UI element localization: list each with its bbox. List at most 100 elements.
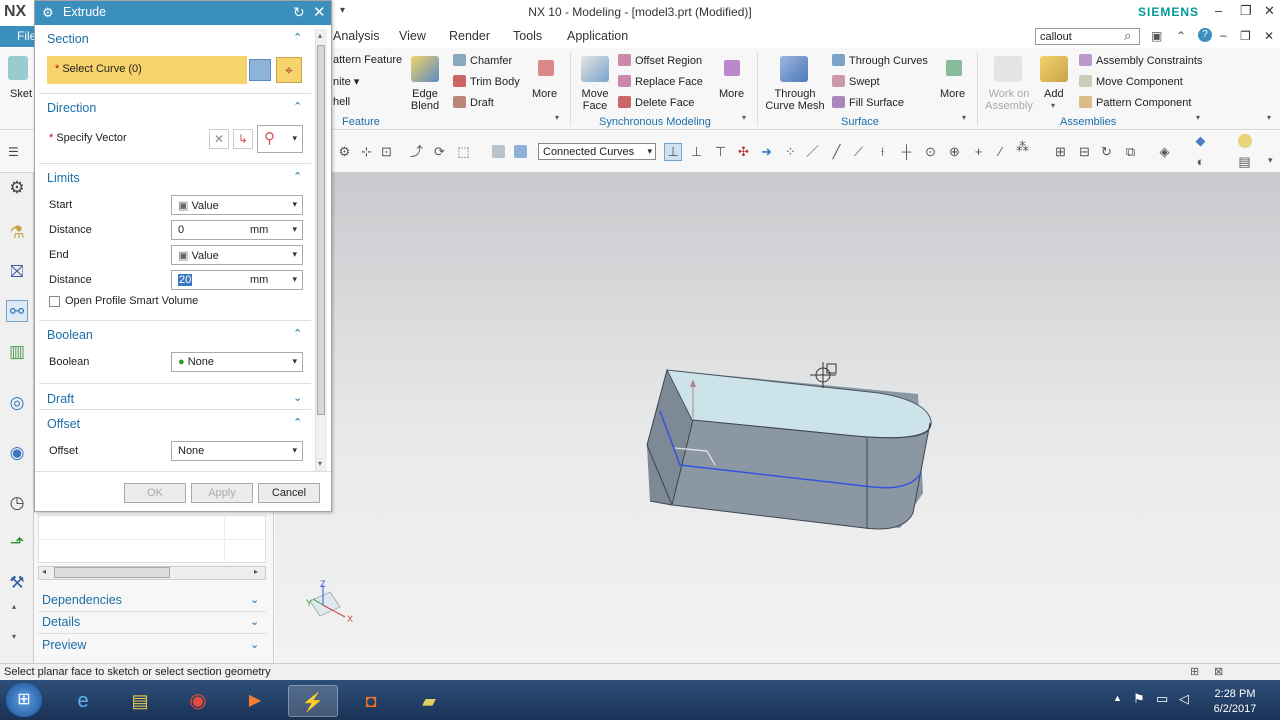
end-point-icon[interactable]: ╱ xyxy=(830,145,843,158)
constraint-navigator-icon[interactable]: ⛝ xyxy=(6,261,28,283)
hscroll-left-icon[interactable]: ◂ xyxy=(42,567,46,576)
delete-face-button[interactable]: Delete Face xyxy=(618,96,694,109)
action-center-icon[interactable]: ⚑ xyxy=(1133,691,1145,707)
draft-expand-icon[interactable]: ⌄ xyxy=(293,391,302,404)
through-curves-button[interactable]: Through Curves xyxy=(832,54,928,67)
orient-view-icon[interactable]: ⧉ xyxy=(1124,145,1137,158)
point-on-curve-icon[interactable]: ⁄ xyxy=(994,145,1007,158)
hscroll-thumb[interactable] xyxy=(54,567,170,578)
cancel-button[interactable]: Cancel xyxy=(258,483,320,503)
hscroll-right-icon[interactable]: ▸ xyxy=(254,567,258,576)
edge-blend-button[interactable]: Edge Blend xyxy=(404,88,446,112)
reverse-direction-icon[interactable]: ✕ xyxy=(209,129,229,149)
control-point-icon[interactable]: ⟊ xyxy=(876,145,889,158)
vector-type-dropdown[interactable]: ⚲ ▾ xyxy=(257,125,303,153)
existing-point-icon[interactable]: + xyxy=(972,145,985,158)
status-grid-icon[interactable]: ⊞ xyxy=(1190,665,1199,678)
dependencies-panel-header[interactable]: Dependencies xyxy=(42,593,122,607)
show-hide-icon[interactable]: ◐ xyxy=(1194,155,1207,168)
sync-more-icon[interactable] xyxy=(724,60,740,76)
process-studio-icon[interactable]: ⚒ xyxy=(6,572,28,594)
move-face-icon[interactable] xyxy=(581,56,609,82)
through-curve-mesh-button[interactable]: Through Curve Mesh xyxy=(765,88,825,112)
sketch-icon[interactable] xyxy=(8,56,28,80)
follow-fillet-icon[interactable]: ⊥ xyxy=(690,145,703,158)
direction-arrow-icon[interactable]: ➜ xyxy=(760,145,773,158)
menu-tools[interactable]: Tools xyxy=(513,29,542,43)
scroll-down-icon[interactable]: ▾ xyxy=(318,459,322,468)
boolean-collapse-icon[interactable]: ⌃ xyxy=(293,327,302,340)
nx-taskbar-icon[interactable]: ⚡ xyxy=(288,685,338,717)
feature-curves-icon[interactable]: ⊤ xyxy=(714,145,727,158)
hd3d-tools-icon[interactable]: ◎ xyxy=(6,392,28,414)
surface-more-dropdown-icon[interactable]: ▾ xyxy=(962,113,966,122)
add-component-icon[interactable] xyxy=(1040,56,1068,82)
fill-surface-button[interactable]: Fill Surface xyxy=(832,96,904,109)
dialog-gear-icon[interactable]: ⚙ xyxy=(42,5,54,21)
assemblies-dropdown-icon[interactable]: ▾ xyxy=(1196,113,1200,122)
menu-analysis[interactable]: Analysis xyxy=(333,29,380,43)
lasso-icon[interactable]: ⟳ xyxy=(433,145,446,158)
scroll-thumb[interactable] xyxy=(317,45,325,415)
section-group-header[interactable]: Section xyxy=(39,28,311,50)
feature-more-dropdown-icon[interactable]: ▾ xyxy=(555,113,559,122)
feature-more-icon[interactable] xyxy=(538,60,554,76)
media-player-icon[interactable]: ▶ xyxy=(230,685,280,717)
chamfer-button[interactable]: Chamfer xyxy=(453,54,512,67)
file-menu[interactable]: File xyxy=(0,26,36,47)
add-component-dropdown-icon[interactable]: ▾ xyxy=(1051,101,1055,110)
system-materials-icon[interactable]: ⬏ xyxy=(6,532,28,554)
scroll-up-icon[interactable]: ▴ xyxy=(318,31,322,40)
strip-scroll-up-icon[interactable]: ▴ xyxy=(12,602,16,611)
limits-collapse-icon[interactable]: ⌃ xyxy=(293,170,302,183)
recorder-icon[interactable]: ◘ xyxy=(346,685,396,717)
pattern-component-button[interactable]: Pattern Component xyxy=(1079,96,1191,109)
draft-group-header[interactable]: Draft xyxy=(39,388,311,410)
menu-render[interactable]: Render xyxy=(449,29,490,43)
start-distance-input[interactable]: 0 mm ▾ xyxy=(171,220,303,240)
unite-button[interactable]: nite ▾ xyxy=(333,75,359,88)
grid-snap-icon[interactable]: ⁘ xyxy=(784,145,797,158)
toolbar-options-icon[interactable]: ▾ xyxy=(1268,155,1273,166)
intersection-icon[interactable]: ┼ xyxy=(900,145,913,158)
open-profile-label[interactable]: Open Profile Smart Volume xyxy=(65,295,198,307)
settings-gear-icon[interactable]: ⚙ xyxy=(6,177,28,199)
doc-restore-icon[interactable]: ❐ xyxy=(1240,29,1251,43)
close-icon[interactable]: ✕ xyxy=(1264,3,1275,19)
sync-more-button[interactable]: More xyxy=(719,88,744,100)
start-limit-dropdown[interactable]: ▣ Value ▾ xyxy=(171,195,303,215)
zoom-icon[interactable]: ⊟ xyxy=(1078,145,1091,158)
graphics-window[interactable]: Z Z X Y xyxy=(275,173,1280,663)
arc-center-icon[interactable]: ⊙ xyxy=(924,145,937,158)
offset-collapse-icon[interactable]: ⌃ xyxy=(293,416,302,429)
filter-icon[interactable]: ⚙ xyxy=(338,145,351,158)
offset-region-button[interactable]: Offset Region xyxy=(618,54,702,67)
history-icon[interactable]: ◷ xyxy=(6,492,28,514)
vector-dialog-icon[interactable]: ↳ xyxy=(233,129,253,149)
rotate-icon[interactable]: ↻ xyxy=(1100,145,1113,158)
specify-vector-label[interactable]: * Specify Vector xyxy=(49,132,127,144)
start-button-icon[interactable]: ⊞ xyxy=(6,683,42,717)
volume-icon[interactable]: ◁ xyxy=(1179,691,1189,707)
preview-panel-header[interactable]: Preview xyxy=(42,638,86,652)
doc-close-icon[interactable]: ✕ xyxy=(1264,29,1274,43)
surface-more-button[interactable]: More xyxy=(940,88,965,100)
ok-button[interactable]: OK xyxy=(124,483,186,503)
edge-blend-icon[interactable] xyxy=(411,56,439,82)
draft-button[interactable]: Draft xyxy=(453,96,494,109)
stop-at-intersection-icon[interactable]: ⊥ xyxy=(664,143,682,161)
end-distance-input[interactable]: 20 mm ▾ xyxy=(171,270,303,290)
dialog-reset-icon[interactable]: ↻ xyxy=(293,4,305,21)
menu-application[interactable]: Application xyxy=(567,29,628,43)
details-panel-header[interactable]: Details xyxy=(42,615,80,629)
edit-object-icon[interactable]: ◆ xyxy=(1194,134,1207,147)
sketch-label[interactable]: Sket xyxy=(10,88,32,100)
web-browser-icon[interactable]: ◉ xyxy=(6,442,28,464)
boolean-dropdown[interactable]: ● None ▾ xyxy=(171,352,303,372)
folder-icon[interactable]: ▰ xyxy=(404,685,454,717)
sketch-section-icon[interactable] xyxy=(249,59,271,81)
network-icon[interactable]: ▭ xyxy=(1156,691,1168,707)
offset-group-header[interactable]: Offset xyxy=(39,413,311,435)
chrome-icon[interactable]: ◉ xyxy=(173,685,223,717)
trim-body-button[interactable]: Trim Body xyxy=(453,75,520,88)
